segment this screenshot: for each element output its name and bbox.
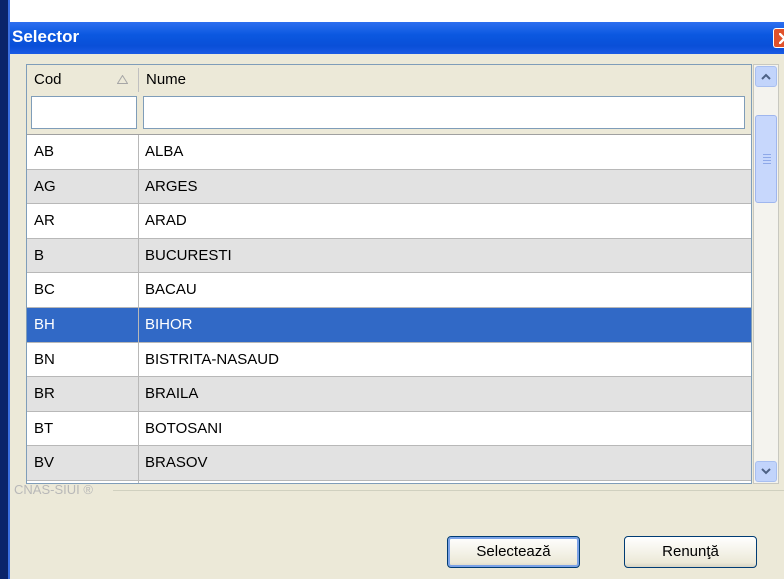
cell-divider <box>138 238 139 273</box>
cell-nume: BRAILA <box>145 385 199 403</box>
cell-nume: BRASOV <box>145 454 208 472</box>
cell-cod: BH <box>34 315 55 333</box>
table-row[interactable]: AG ARGES <box>27 169 751 205</box>
table-row[interactable]: BR BRAILA <box>27 377 751 412</box>
cell-cod: BN <box>34 350 55 368</box>
cell-divider <box>138 307 139 342</box>
data-grid[interactable]: Cod Nume AB ALBA AG ARGES AR ARAD B BUCURESTI BC… <box>26 64 752 484</box>
cell-divider <box>138 411 139 446</box>
table-row[interactable]: BZBUZAU <box>27 480 751 483</box>
window-frame-left <box>0 0 8 579</box>
sort-ascending-icon <box>117 75 128 84</box>
cell-divider <box>138 480 139 483</box>
grid-rows: AB ALBA AG ARGES AR ARAD B BUCURESTI BC BACAU BH BI… <box>27 135 751 483</box>
title-bar[interactable]: Selector <box>10 22 784 54</box>
column-header-cod[interactable]: Cod <box>27 65 138 95</box>
group-box-border <box>113 490 784 491</box>
cell-divider <box>138 377 139 411</box>
filter-input-cod[interactable] <box>31 96 137 129</box>
scroll-down-button[interactable] <box>755 461 777 482</box>
cell-nume: BACAU <box>145 281 197 299</box>
cell-nume: BIHOR <box>145 315 193 333</box>
cell-nume: BISTRITA-NASAUD <box>145 350 279 368</box>
table-row[interactable]: BH BIHOR <box>27 307 751 343</box>
vertical-scrollbar[interactable] <box>753 64 779 484</box>
table-row[interactable]: B BUCURESTI <box>27 238 751 274</box>
cell-cod: BC <box>34 281 55 299</box>
cell-nume: ALBA <box>145 143 184 160</box>
cell-nume: ARGES <box>145 177 198 195</box>
cell-divider <box>138 169 139 204</box>
scroll-grip-line <box>763 160 771 161</box>
scroll-grip-line <box>763 163 771 164</box>
table-row[interactable]: BT BOTOSANI <box>27 411 751 447</box>
filter-input-nume[interactable] <box>143 96 745 129</box>
close-icon <box>779 33 784 44</box>
cell-divider <box>138 342 139 377</box>
column-header-nume-label: Nume <box>146 71 187 88</box>
cell-cod: AB <box>34 143 55 160</box>
cell-divider <box>138 446 139 480</box>
table-row[interactable]: BV BRASOV <box>27 446 751 481</box>
cell-cod: AG <box>34 177 56 195</box>
chevron-up-icon <box>761 73 771 80</box>
table-row[interactable]: AR ARAD <box>27 204 751 239</box>
cell-divider <box>138 204 139 238</box>
table-row[interactable]: AB ALBA <box>27 135 751 170</box>
cell-cod: BV <box>34 454 55 472</box>
selector-window: Selector Cod Nume AB ALBA AG ARGES AR ARAD B BU… <box>0 0 784 579</box>
chevron-down-icon <box>761 468 771 475</box>
cell-cod: BT <box>34 419 54 437</box>
cell-cod: B <box>34 246 45 264</box>
grid-header: Cod Nume <box>27 65 751 135</box>
column-header-cod-label: Cod <box>34 71 62 88</box>
group-box-label: CNAS-SIUI ® <box>14 482 93 497</box>
cell-divider <box>138 273 139 307</box>
table-row[interactable]: BC BACAU <box>27 273 751 308</box>
scroll-thumb[interactable] <box>755 115 777 203</box>
cell-cod: AR <box>34 212 55 230</box>
select-button[interactable]: Selectează <box>447 536 580 568</box>
cell-nume: ARAD <box>145 212 187 230</box>
cell-nume: BOTOSANI <box>145 419 223 437</box>
cancel-button[interactable]: Renunţă <box>624 536 757 568</box>
window-title: Selector <box>12 27 80 46</box>
column-header-nume[interactable]: Nume <box>139 65 739 95</box>
scroll-up-button[interactable] <box>755 66 777 87</box>
close-button[interactable] <box>773 28 784 48</box>
scroll-grip-line <box>763 154 771 155</box>
window-top-area <box>10 0 784 22</box>
scroll-grip-line <box>763 157 771 158</box>
cell-cod: BR <box>34 385 55 403</box>
table-row[interactable]: BN BISTRITA-NASAUD <box>27 342 751 378</box>
cell-divider <box>138 135 139 169</box>
window-frame-left-inner <box>8 0 10 579</box>
cell-nume: BUCURESTI <box>145 246 232 264</box>
